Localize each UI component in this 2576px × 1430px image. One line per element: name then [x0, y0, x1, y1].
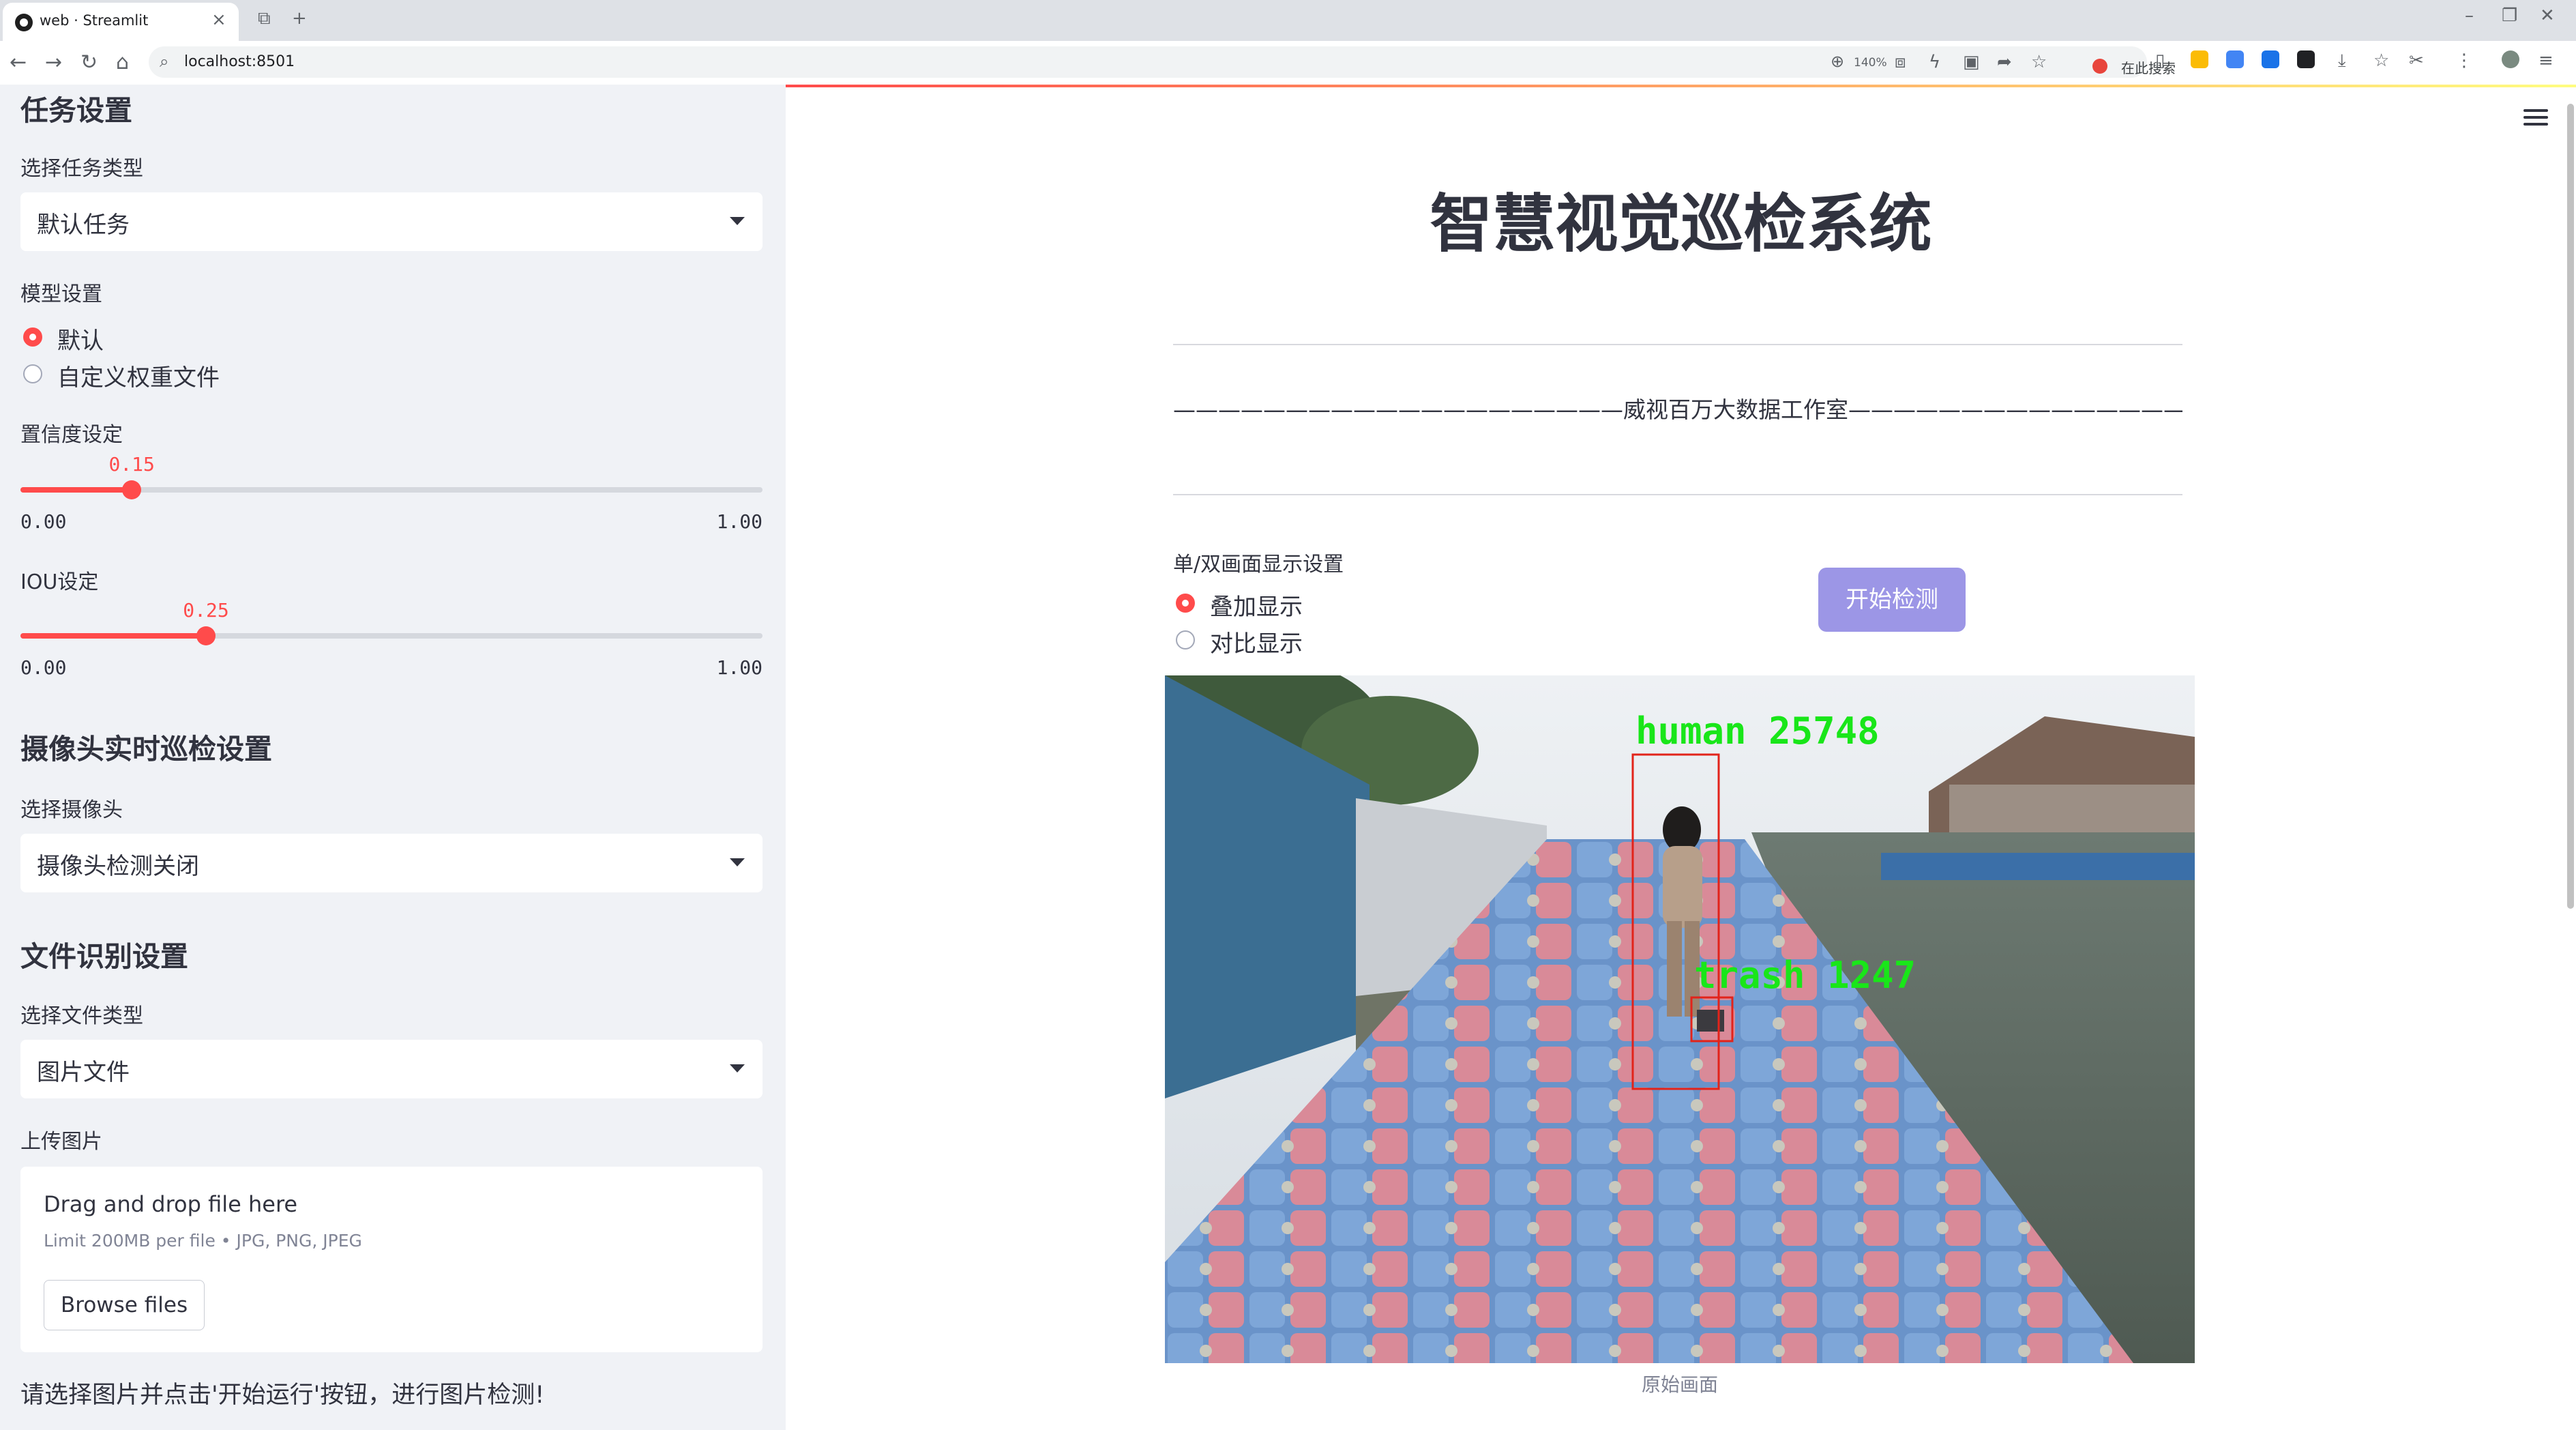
search-engine-box[interactable]: 在此搜索	[2090, 53, 2288, 81]
confidence-slider-handle[interactable]	[122, 480, 142, 499]
main-content: 智慧视觉巡检系统 ————————————————————威视百万大数据工作室—…	[786, 85, 2576, 1430]
new-tab-icon[interactable]: +	[292, 8, 307, 29]
studio-banner: ————————————————————威视百万大数据工作室——————————…	[1173, 396, 2182, 423]
url-field[interactable]: ⌕ localhost:8501 ⊕ 140% ⧈ ϟ ▣ ➦ ☆ 在此搜索	[149, 46, 2176, 78]
chevron-down-icon	[730, 1064, 745, 1072]
lightning-icon[interactable]: ϟ	[1929, 52, 1940, 72]
profile-avatar[interactable]	[2502, 50, 2519, 68]
confidence-slider-fill	[20, 487, 132, 493]
screenshot-icon[interactable]: ▣	[1963, 52, 1980, 72]
task-type-value: 默认任务	[37, 211, 130, 239]
reading-mode-icon[interactable]: ▯	[2155, 50, 2165, 71]
browser-menu-icon[interactable]: ≡	[2538, 50, 2553, 71]
zoom-icon[interactable]: ⊕	[1831, 52, 1844, 71]
browser-tab-bar: web · Streamlit × ⧉ + – ❐ ✕	[0, 0, 2576, 41]
camera-select[interactable]: 摄像头检测关闭	[20, 834, 763, 892]
confidence-min: 0.00	[20, 510, 67, 533]
forward-icon[interactable]: →	[45, 50, 62, 74]
hamburger-menu-icon[interactable]	[2523, 109, 2548, 126]
display-option-label: 叠加显示	[1210, 594, 1303, 621]
display-mode-label: 单/双画面显示设置	[1173, 553, 1344, 577]
radio-selected-icon[interactable]	[1176, 594, 1195, 613]
page-title: 智慧视觉巡检系统	[1430, 188, 1932, 261]
tab-title: web · Streamlit	[40, 12, 149, 29]
address-bar: ← → ↻ ⌂ ⌕ localhost:8501 ⊕ 140% ⧈ ϟ ▣ ➦ …	[0, 41, 2576, 85]
camera-select-label: 选择摄像头	[20, 798, 123, 822]
share-icon[interactable]: ➦	[1997, 52, 2012, 72]
zoom-level: 140%	[1854, 56, 1887, 70]
divider	[1173, 494, 2182, 495]
iou-max: 1.00	[716, 656, 763, 679]
task-type-label: 选择任务类型	[20, 157, 143, 181]
confidence-value: 0.15	[108, 453, 155, 476]
detection-label-human: human 25748	[1635, 710, 1880, 753]
bookmark-star-icon[interactable]: ☆	[2031, 52, 2047, 72]
detection-label-trash: trash 1247	[1694, 954, 1916, 997]
image-caption: 原始画面	[1641, 1373, 1718, 1396]
tab-search-icon[interactable]: ⧉	[258, 8, 271, 29]
scissors-icon[interactable]: ✂	[2409, 50, 2424, 71]
extension-icon[interactable]	[2262, 50, 2279, 68]
chevron-down-icon	[730, 858, 745, 866]
task-type-select[interactable]: 默认任务	[20, 192, 763, 251]
sidebar-hint: 请选择图片并点击'开始运行'按钮，进行图片检测!	[20, 1382, 545, 1409]
more-menu-icon[interactable]: ⋮	[2455, 50, 2473, 71]
upload-label: 上传图片	[20, 1130, 102, 1154]
search-engine-label: 在此搜索	[2121, 60, 2176, 76]
close-window-icon[interactable]: ✕	[2540, 5, 2555, 26]
chevron-down-icon	[730, 217, 745, 225]
back-icon[interactable]: ←	[10, 50, 27, 74]
file-dropzone[interactable]: Drag and drop file here Limit 200MB per …	[20, 1167, 763, 1352]
camera-select-value: 摄像头检测关闭	[37, 853, 199, 880]
home-icon[interactable]: ⌂	[116, 50, 129, 74]
confidence-max: 1.00	[716, 510, 763, 533]
start-detection-button[interactable]: 开始检测	[1818, 568, 1966, 632]
confidence-label: 置信度设定	[20, 423, 123, 447]
iou-slider-fill	[20, 633, 206, 639]
iou-min: 0.00	[20, 656, 67, 679]
extension-icon[interactable]	[2226, 50, 2244, 68]
header-decoration	[786, 85, 2576, 87]
tab-close-icon[interactable]: ×	[211, 10, 226, 30]
translate-icon[interactable]: ⧈	[1895, 52, 1906, 73]
restore-icon[interactable]: ❐	[2502, 5, 2517, 26]
model-option-label: 默认	[57, 327, 104, 355]
divider	[1173, 344, 2182, 345]
extension-icon[interactable]	[2191, 50, 2208, 68]
file-settings-heading: 文件识别设置	[20, 940, 188, 973]
favorites-icon[interactable]: ☆	[2373, 50, 2389, 71]
file-type-select[interactable]: 图片文件	[20, 1040, 763, 1098]
browser-tab[interactable]: web · Streamlit ×	[3, 3, 239, 41]
sidebar: 任务设置 选择任务类型 默认任务 模型设置 默认 自定义权重文件 置信度设定 0…	[0, 85, 786, 1430]
reload-icon[interactable]: ↻	[80, 50, 98, 74]
minimize-icon[interactable]: –	[2465, 5, 2474, 26]
url-search-icon: ⌕	[160, 52, 169, 71]
dropzone-title: Drag and drop file here	[44, 1191, 298, 1217]
extension-icon[interactable]	[2297, 50, 2315, 68]
iou-slider-handle[interactable]	[196, 626, 216, 645]
radio-unselected-icon[interactable]	[23, 364, 42, 383]
detection-image: human 25748 trash 1247	[1165, 675, 2195, 1363]
file-type-value: 图片文件	[37, 1059, 130, 1086]
streamlit-favicon-icon	[15, 14, 33, 31]
dropzone-limit: Limit 200MB per file • JPG, PNG, JPEG	[44, 1231, 362, 1251]
url-text: localhost:8501	[184, 53, 295, 70]
download-icon[interactable]: ⤓	[2338, 50, 2346, 72]
model-option-label: 自定义权重文件	[57, 364, 220, 392]
camera-settings-heading: 摄像头实时巡检设置	[20, 733, 272, 765]
browse-files-button[interactable]: Browse files	[44, 1280, 205, 1330]
search-engine-icon	[2092, 59, 2107, 74]
iou-slider[interactable]	[20, 626, 763, 645]
model-settings-label: 模型设置	[20, 282, 102, 306]
file-type-label: 选择文件类型	[20, 1004, 143, 1028]
radio-selected-icon[interactable]	[23, 327, 42, 347]
iou-value: 0.25	[183, 599, 229, 622]
confidence-slider[interactable]	[20, 480, 763, 499]
iou-label: IOU设定	[20, 570, 99, 594]
task-settings-heading: 任务设置	[20, 94, 132, 127]
detection-scene: human 25748 trash 1247	[1165, 675, 2195, 1363]
radio-unselected-icon[interactable]	[1176, 630, 1195, 650]
display-option-label: 对比显示	[1210, 630, 1303, 658]
